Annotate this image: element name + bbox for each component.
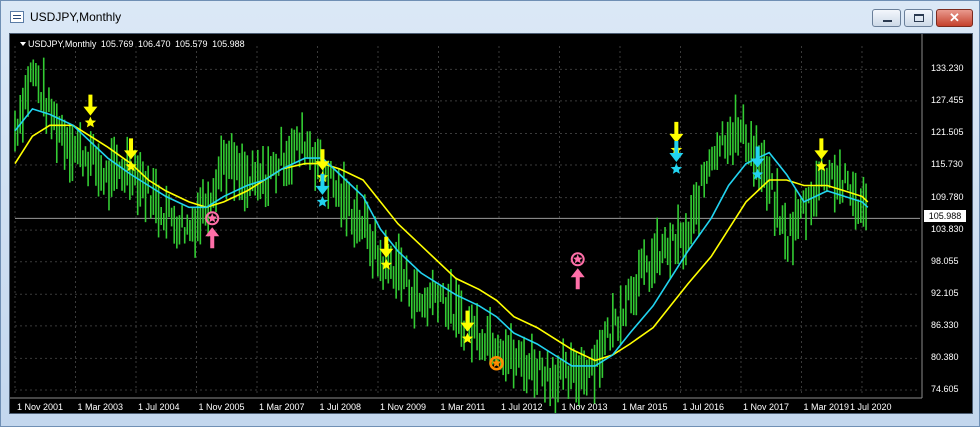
time-tick-label: 1 Jul 2016 bbox=[682, 402, 725, 412]
price-tick-label: 92.105 bbox=[931, 288, 959, 299]
header-high: 106.470 bbox=[137, 39, 171, 49]
time-tick-label: 1 Nov 2001 bbox=[17, 402, 64, 412]
price-tick-label: 103.830 bbox=[931, 224, 964, 235]
price-tick-label: 127.455 bbox=[931, 94, 964, 105]
price-tick-label: 109.780 bbox=[931, 191, 964, 202]
price-tick-label: 74.605 bbox=[931, 383, 959, 394]
time-tick-label: 1 Jul 2012 bbox=[500, 402, 543, 412]
current-price-label: 105.988 bbox=[924, 210, 966, 222]
time-tick-label: 1 Mar 2019 bbox=[803, 402, 850, 412]
time-tick-label: 1 Nov 2017 bbox=[742, 402, 790, 412]
signal-up-arrow-icon bbox=[205, 227, 220, 249]
window-title: USDJPY,Monthly bbox=[30, 10, 122, 24]
time-tick-label: 1 Nov 2009 bbox=[379, 402, 427, 412]
time-tick-label: 1 Nov 2013 bbox=[561, 402, 608, 412]
signal-down-arrow-icon bbox=[83, 94, 98, 116]
price-tick-label: 133.230 bbox=[931, 63, 964, 74]
title-bar[interactable]: USDJPY,Monthly ✕ bbox=[1, 1, 979, 32]
price-tick-label: 98.055 bbox=[931, 255, 959, 266]
header-close: 105.988 bbox=[212, 39, 245, 49]
price-tick-label: 80.380 bbox=[931, 352, 959, 363]
time-tick-label: 1 Mar 2015 bbox=[621, 402, 668, 412]
price-tick-label: 115.730 bbox=[931, 159, 963, 170]
price-tick-label: 121.505 bbox=[931, 127, 964, 138]
close-button[interactable]: ✕ bbox=[936, 9, 973, 27]
chart-canvas[interactable] bbox=[10, 34, 973, 414]
chart-window-icon bbox=[10, 11, 24, 23]
signal-down-arrow-icon bbox=[669, 141, 684, 163]
close-icon: ✕ bbox=[949, 10, 960, 25]
minimize-button[interactable] bbox=[872, 9, 901, 27]
header-low: 105.579 bbox=[175, 39, 208, 49]
header-symbol: USDJPY,Monthly bbox=[28, 39, 97, 49]
price-tick-label: 86.330 bbox=[931, 319, 959, 330]
chart-menu-arrow-icon[interactable] bbox=[20, 42, 26, 46]
signal-down-arrow-icon bbox=[669, 121, 684, 143]
time-tick-label: 1 Jul 2004 bbox=[137, 402, 180, 412]
maximize-icon bbox=[914, 14, 924, 22]
time-tick-label: 1 Mar 2007 bbox=[258, 402, 305, 412]
time-tick-label: 1 Jul 2008 bbox=[319, 402, 362, 412]
time-tick-label: 1 Jul 2020 bbox=[849, 402, 892, 412]
ma-fast-line bbox=[14, 107, 869, 367]
header-open: 105.769 bbox=[100, 39, 134, 49]
maximize-button[interactable] bbox=[904, 9, 933, 27]
ma-slow-line bbox=[14, 124, 869, 362]
signal-star-icon bbox=[84, 116, 97, 128]
chart-window: USDJPY,Monthly ✕ USDJPY,Monthly 105.769 … bbox=[0, 0, 980, 427]
signal-down-arrow-icon bbox=[814, 138, 829, 160]
time-tick-label: 1 Mar 2011 bbox=[440, 402, 486, 412]
chart-header: USDJPY,Monthly 105.769 106.470 105.579 1… bbox=[20, 39, 247, 49]
signal-down-arrow-icon bbox=[750, 146, 765, 168]
time-tick-label: 1 Mar 2003 bbox=[77, 402, 124, 412]
price-chart[interactable]: USDJPY,Monthly 105.769 106.470 105.579 1… bbox=[9, 33, 973, 414]
minimize-icon bbox=[883, 20, 892, 22]
signal-up-arrow-icon bbox=[570, 268, 585, 290]
time-tick-label: 1 Nov 2005 bbox=[198, 402, 245, 412]
